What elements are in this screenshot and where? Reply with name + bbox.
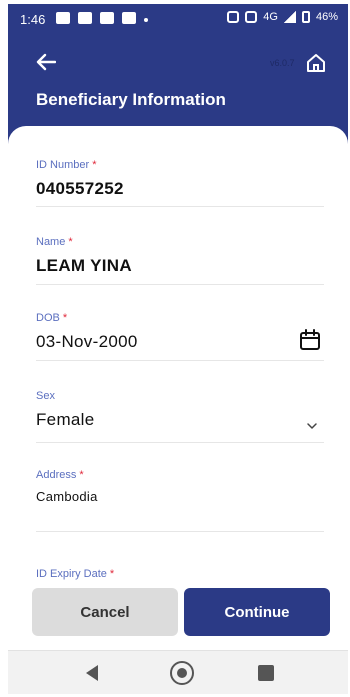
name-label: Name *	[36, 236, 73, 248]
app-frame: 1:46 4G 46% v6.0.7 Beneficiary Informati…	[8, 4, 348, 694]
field-divider	[36, 531, 324, 532]
calendar-icon[interactable]	[298, 328, 322, 352]
telegram-notification-icon	[78, 12, 92, 24]
youtube-notification-icon	[100, 12, 114, 24]
dob-field[interactable]: DOB * 03-Nov-2000	[36, 312, 324, 361]
field-divider	[36, 206, 324, 207]
required-marker: *	[62, 312, 68, 324]
id-number-value: 040557252	[36, 179, 124, 198]
more-notifications-dot-icon	[144, 18, 148, 22]
field-divider	[36, 284, 324, 285]
required-marker: *	[79, 469, 84, 481]
id-expiry-field[interactable]: ID Expiry Date *	[36, 568, 324, 580]
status-bar: 1:46 4G 46%	[8, 4, 348, 32]
app-bar: v6.0.7 Beneficiary Information	[8, 32, 348, 132]
field-divider	[36, 360, 324, 361]
dob-label: DOB *	[36, 312, 68, 324]
continue-button[interactable]: Continue	[184, 588, 330, 636]
dob-value: 03-Nov-2000	[36, 332, 138, 351]
battery-icon	[301, 11, 310, 23]
address-label: Address *	[36, 469, 84, 481]
arrow-left-icon	[36, 53, 56, 71]
field-divider	[36, 442, 324, 443]
home-button[interactable]	[304, 51, 330, 75]
status-time: 1:46	[20, 12, 46, 27]
system-nav-bar	[8, 650, 348, 694]
battery-percent: 46%	[315, 11, 338, 23]
sex-dropdown[interactable]: Sex Female	[36, 390, 324, 443]
vibrate-icon	[227, 11, 240, 23]
nav-home-icon[interactable]	[170, 661, 194, 685]
id-number-field[interactable]: ID Number * 040557252	[36, 159, 324, 207]
id-number-label: ID Number *	[36, 159, 97, 171]
nav-back-icon[interactable]	[86, 665, 98, 681]
network-type: 4G	[263, 11, 278, 23]
cancel-button[interactable]: Cancel	[32, 588, 178, 636]
required-marker: *	[92, 159, 97, 171]
page-title: Beneficiary Information	[36, 90, 226, 109]
home-icon	[307, 54, 325, 72]
required-marker: *	[68, 236, 73, 248]
address-field[interactable]: Address * Cambodia	[36, 469, 324, 532]
notification-icons	[56, 12, 148, 24]
id-expiry-label: ID Expiry Date *	[36, 568, 115, 580]
app-version: v6.0.7	[270, 58, 295, 68]
back-button[interactable]	[34, 50, 58, 74]
data-saver-icon	[245, 11, 258, 23]
chevron-down-icon[interactable]	[306, 420, 318, 432]
name-field[interactable]: Name * LEAM YINA	[36, 236, 324, 285]
nav-recents-icon[interactable]	[258, 665, 274, 681]
address-value: Cambodia	[36, 489, 98, 504]
gallery-notification-icon	[56, 12, 70, 24]
signal-icon	[283, 11, 296, 23]
sex-label: Sex	[36, 390, 55, 402]
sex-value: Female	[36, 410, 95, 429]
required-marker: *	[109, 568, 115, 580]
name-value: LEAM YINA	[36, 256, 132, 275]
status-right: 4G 46%	[227, 11, 338, 23]
youtube-notification-icon	[122, 12, 136, 24]
